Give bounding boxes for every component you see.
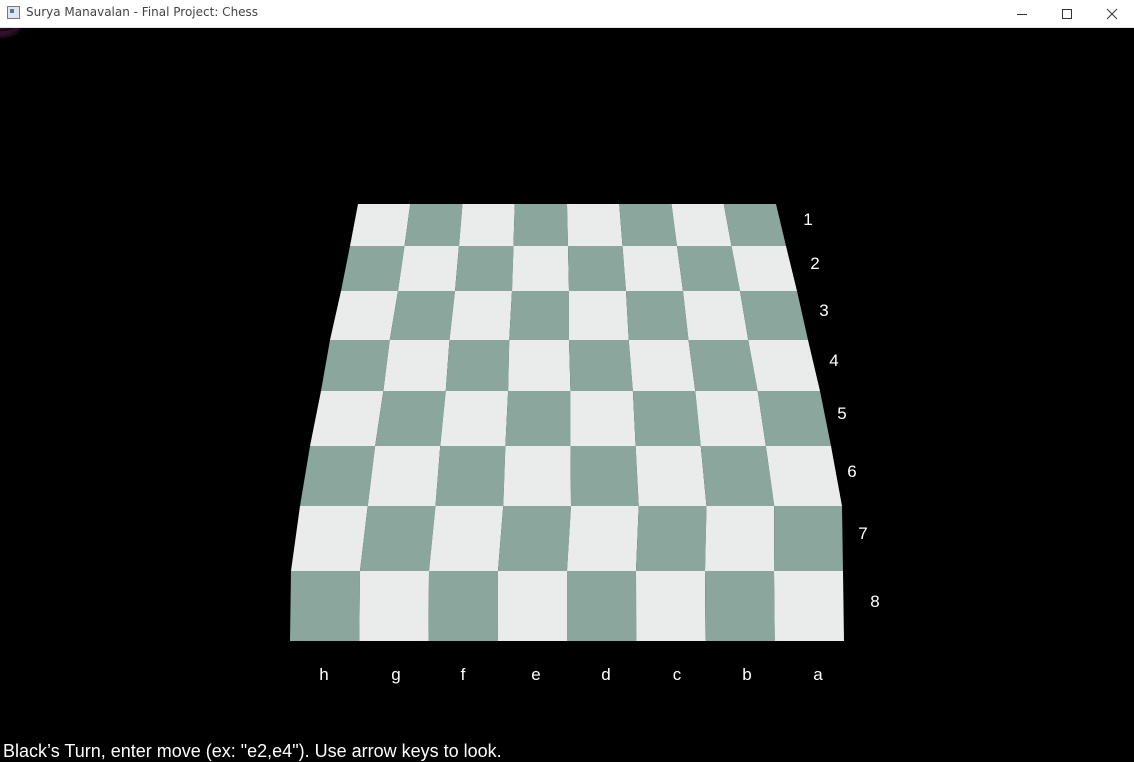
status-message: Black’s Turn, enter move (ex: "e2,e4"). … (3, 741, 502, 761)
board-square-g8[interactable] (359, 571, 429, 641)
board-square-e3[interactable] (509, 291, 569, 340)
rank-label-6: 6 (847, 462, 856, 481)
board-square-d7[interactable] (567, 506, 639, 571)
board-square-b5[interactable] (695, 391, 766, 446)
close-button[interactable] (1089, 0, 1134, 27)
board-square-g1[interactable] (404, 204, 463, 246)
board-square-g6[interactable] (367, 446, 441, 506)
rank-label-3: 3 (819, 301, 828, 320)
board-square-d3[interactable] (569, 291, 629, 340)
board-square-g3[interactable] (389, 291, 455, 340)
board-square-b2[interactable] (677, 246, 740, 291)
board-square-c2[interactable] (622, 246, 684, 291)
file-label-h: h (319, 665, 328, 684)
board-square-g5[interactable] (375, 391, 446, 446)
board-square-d4[interactable] (569, 340, 633, 391)
board-square-g7[interactable] (360, 506, 436, 571)
board-square-a3[interactable] (740, 291, 808, 340)
file-label-c: c (673, 665, 682, 684)
board-square-f2[interactable] (455, 246, 514, 291)
board-square-f3[interactable] (449, 291, 513, 340)
board-square-b3[interactable] (683, 291, 749, 340)
file-label-g: g (391, 665, 400, 684)
board-square-g4[interactable] (383, 340, 450, 391)
board-square-a7[interactable] (774, 506, 843, 571)
board-square-e6[interactable] (503, 446, 571, 506)
board-square-c6[interactable] (635, 446, 707, 506)
board-square-c4[interactable] (628, 340, 696, 391)
board-square-h2[interactable] (341, 246, 405, 291)
board-square-h7[interactable] (291, 506, 368, 571)
maximize-icon (1062, 8, 1072, 19)
window-title: Surya Manavalan - Final Project: Chess (26, 5, 259, 19)
file-label-f: f (461, 665, 466, 684)
board-square-a1[interactable] (723, 204, 786, 246)
maximize-button[interactable] (1044, 0, 1090, 27)
board-square-e2[interactable] (512, 246, 569, 291)
board-square-c5[interactable] (632, 391, 701, 446)
board-square-b1[interactable] (671, 204, 732, 246)
board-square-e7[interactable] (498, 506, 571, 571)
board-square-f1[interactable] (459, 204, 515, 246)
board-square-e8[interactable] (497, 571, 567, 641)
board-square-a6[interactable] (765, 446, 842, 506)
board-square-d2[interactable] (568, 246, 626, 291)
close-icon (1106, 8, 1118, 19)
board-square-h6[interactable] (300, 446, 376, 506)
board-square-h1[interactable] (350, 204, 411, 246)
board-square-a2[interactable] (731, 246, 798, 291)
file-label-b: b (742, 665, 751, 684)
board-square-a4[interactable] (748, 340, 820, 391)
board-square-a8[interactable] (774, 571, 844, 641)
board-square-f6[interactable] (435, 446, 506, 506)
rank-label-1: 1 (803, 210, 812, 229)
app-icon (7, 6, 20, 19)
board-square-c8[interactable] (636, 571, 706, 641)
board-square-d1[interactable] (567, 204, 623, 246)
black-rook-a8[interactable] (0, 28, 21, 39)
board-square-c1[interactable] (619, 204, 677, 246)
minimize-button[interactable] (999, 0, 1045, 27)
board-square-b8[interactable] (705, 571, 775, 641)
board-square-a5[interactable] (757, 391, 831, 446)
rank-label-2: 2 (810, 254, 819, 273)
rank-label-8: 8 (870, 592, 879, 611)
board-square-b7[interactable] (705, 506, 775, 571)
board-square-f8[interactable] (428, 571, 499, 641)
board-square-f5[interactable] (440, 391, 509, 446)
rank-label-7: 7 (858, 524, 867, 543)
board-square-e1[interactable] (513, 204, 569, 246)
board-square-h4[interactable] (321, 340, 390, 391)
board-square-f4[interactable] (445, 340, 510, 391)
file-label-e: e (531, 665, 540, 684)
file-label-d: d (601, 665, 610, 684)
board-square-h3[interactable] (330, 291, 398, 340)
board-square-g2[interactable] (398, 246, 459, 291)
board-square-h5[interactable] (310, 391, 384, 446)
board-square-c3[interactable] (626, 291, 689, 340)
board-square-e4[interactable] (508, 340, 571, 391)
board-square-d8[interactable] (567, 571, 637, 641)
title-bar: Surya Manavalan - Final Project: Chess (0, 0, 1134, 28)
board-square-e5[interactable] (505, 391, 571, 446)
board-square-d5[interactable] (570, 391, 636, 446)
board-square-h8[interactable] (290, 571, 360, 641)
board-square-f7[interactable] (429, 506, 504, 571)
board-square-c7[interactable] (636, 506, 707, 571)
board-square-d6[interactable] (570, 446, 639, 506)
chess-board-3d[interactable]: h g f e d c b a 1 2 3 4 5 6 7 8 (0, 28, 1134, 753)
file-label-a: a (813, 665, 823, 684)
game-viewport[interactable]: h g f e d c b a 1 2 3 4 5 6 7 8 Black’s Turn, enter mov… (0, 28, 1134, 761)
rank-label-5: 5 (837, 404, 846, 423)
minimize-icon (1017, 13, 1027, 15)
board-square-b4[interactable] (688, 340, 758, 391)
board-square-b6[interactable] (700, 446, 775, 506)
rank-label-4: 4 (829, 351, 838, 370)
